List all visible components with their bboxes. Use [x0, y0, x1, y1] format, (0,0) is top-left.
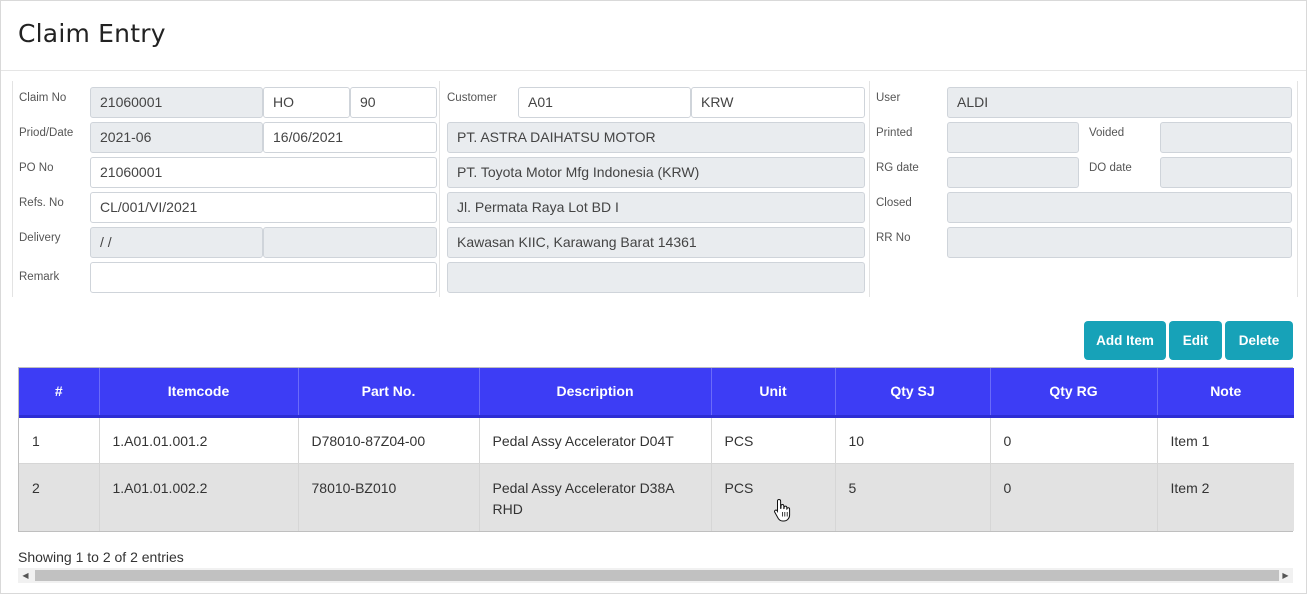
cell-description: Pedal Assy Accelerator D04T: [479, 415, 712, 463]
hand-pointer-icon: [774, 498, 791, 522]
closed-label: Closed: [876, 197, 912, 209]
remark-field[interactable]: [90, 262, 437, 293]
claim-info-panel: Claim No 21060001 HO 90 Priod/Date 2021-…: [12, 81, 440, 297]
customer-panel: Customer A01 KRW PT. ASTRA DAIHATSU MOTO…: [441, 81, 870, 297]
scroll-right-icon[interactable]: ▶: [1278, 568, 1293, 583]
col-header-number[interactable]: #: [19, 368, 100, 418]
scroll-left-icon[interactable]: ◀: [18, 568, 33, 583]
table-row[interactable]: 1 1.A01.01.001.2 D78010-87Z04-00 Pedal A…: [19, 415, 1294, 463]
table-header-row: # Itemcode Part No. Description Unit Qty…: [19, 368, 1294, 418]
voided-field[interactable]: [1160, 122, 1292, 153]
rr-no-label: RR No: [876, 232, 911, 244]
scrollbar-thumb[interactable]: [35, 570, 1279, 581]
claim-no-label: Claim No: [19, 92, 67, 104]
cell-part-no: D78010-87Z04-00: [298, 415, 480, 463]
claim-no-field[interactable]: 21060001: [90, 87, 263, 118]
customer-address2-field[interactable]: Jl. Permata Raya Lot BD I: [447, 192, 865, 223]
period-field[interactable]: 2021-06: [90, 122, 263, 153]
cell-number: 1: [19, 415, 100, 463]
remark-label: Remark: [19, 271, 60, 283]
date-field[interactable]: 16/06/2021: [263, 122, 437, 153]
claim-entry-modal: Claim Entry Claim No 21060001 HO 90 Prio…: [0, 0, 1307, 594]
col-header-note[interactable]: Note: [1157, 368, 1294, 418]
cell-qty-sj: 10: [835, 415, 991, 463]
cell-description: Pedal Assy Accelerator D38A RHD: [479, 462, 712, 531]
horizontal-scrollbar[interactable]: ◀ ▶: [18, 568, 1293, 583]
user-field[interactable]: ALDI: [947, 87, 1292, 118]
customer-name-field[interactable]: PT. ASTRA DAIHATSU MOTOR: [447, 122, 865, 153]
cell-qty-rg: 0: [990, 415, 1158, 463]
delivery-field[interactable]: / /: [90, 227, 263, 258]
cell-itemcode: 1.A01.01.001.2: [99, 415, 299, 463]
claim-items-table: # Itemcode Part No. Description Unit Qty…: [18, 367, 1294, 532]
cell-unit: PCS: [711, 415, 836, 463]
claim-seq-field[interactable]: 90: [350, 87, 437, 118]
col-header-qty-rg[interactable]: Qty RG: [990, 368, 1158, 418]
voided-label: Voided: [1089, 127, 1125, 139]
col-header-part-no[interactable]: Part No.: [298, 368, 480, 418]
user-label: User: [876, 92, 901, 104]
table-info: Showing 1 to 2 of 2 entries: [18, 549, 184, 565]
customer-area-field[interactable]: KRW: [691, 87, 865, 118]
customer-label: Customer: [447, 92, 497, 104]
cell-qty-rg: 0: [990, 462, 1158, 531]
status-panel: User ALDI Printed Voided RG date DO date…: [870, 81, 1298, 297]
closed-field[interactable]: [947, 192, 1292, 223]
customer-address3-field[interactable]: Kawasan KIIC, Karawang Barat 14361: [447, 227, 865, 258]
col-header-itemcode[interactable]: Itemcode: [99, 368, 299, 418]
refs-no-field[interactable]: CL/001/VI/2021: [90, 192, 437, 223]
claim-branch-field[interactable]: HO: [263, 87, 350, 118]
cell-itemcode: 1.A01.01.002.2: [99, 462, 299, 531]
po-no-label: PO No: [19, 162, 54, 174]
customer-address1-field[interactable]: PT. Toyota Motor Mfg Indonesia (KRW): [447, 157, 865, 188]
modal-title: Claim Entry: [18, 19, 166, 48]
col-header-qty-sj[interactable]: Qty SJ: [835, 368, 991, 418]
rg-date-label: RG date: [876, 162, 919, 174]
customer-code-field[interactable]: A01: [518, 87, 691, 118]
edit-button[interactable]: Edit: [1169, 321, 1222, 360]
delivery-label: Delivery: [19, 232, 61, 244]
refs-no-label: Refs. No: [19, 197, 64, 209]
printed-field[interactable]: [947, 122, 1079, 153]
cell-note: Item 1: [1157, 415, 1294, 463]
cell-note: Item 2: [1157, 462, 1294, 531]
delivery-extra-field[interactable]: [263, 227, 437, 258]
modal-header: Claim Entry: [1, 1, 1306, 71]
printed-label: Printed: [876, 127, 913, 139]
cell-number: 2: [19, 462, 100, 531]
cell-part-no: 78010-BZ010: [298, 462, 480, 531]
do-date-label: DO date: [1089, 162, 1132, 174]
delete-button[interactable]: Delete: [1225, 321, 1293, 360]
period-label: Priod/Date: [19, 127, 74, 139]
rg-date-field[interactable]: [947, 157, 1079, 188]
cell-qty-sj: 5: [835, 462, 991, 531]
rr-no-field[interactable]: [947, 227, 1292, 258]
po-no-field[interactable]: 21060001: [90, 157, 437, 188]
do-date-field[interactable]: [1160, 157, 1292, 188]
col-header-unit[interactable]: Unit: [711, 368, 836, 418]
table-row[interactable]: 2 1.A01.01.002.2 78010-BZ010 Pedal Assy …: [19, 462, 1294, 531]
col-header-description[interactable]: Description: [479, 368, 712, 418]
customer-address4-field[interactable]: [447, 262, 865, 293]
add-item-button[interactable]: Add Item: [1084, 321, 1166, 360]
